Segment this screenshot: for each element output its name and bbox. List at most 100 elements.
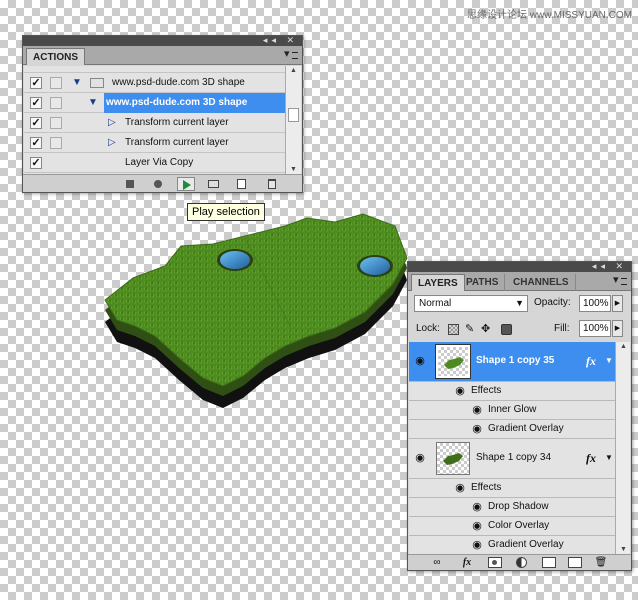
checkmark-icon[interactable]: ✓	[30, 77, 42, 89]
effect-name: Drop Shadow	[488, 501, 549, 512]
fx-icon[interactable]: fx	[586, 354, 596, 369]
checkmark-icon[interactable]: ✓	[30, 117, 42, 129]
action-set-row[interactable]: ✓ ▼ www.psd-dude.com 3D shape	[24, 73, 287, 93]
dialog-toggle-icon[interactable]	[50, 97, 62, 109]
action-step-row[interactable]: ✓ ▷ Transform current layer	[24, 113, 287, 133]
collapse-icon[interactable]: ◂◂ ✕	[592, 261, 627, 272]
layers-scrollbar[interactable]: ▲ ▼	[615, 342, 630, 554]
scroll-up-icon[interactable]: ▲	[290, 67, 297, 74]
new-action-button[interactable]	[233, 177, 251, 191]
chevron-down-icon[interactable]: ▼	[72, 77, 82, 88]
scroll-down-icon[interactable]: ▼	[620, 546, 627, 553]
stop-button[interactable]	[121, 177, 139, 191]
actions-tabbar: ACTIONS	[23, 46, 302, 65]
folder-icon[interactable]	[542, 557, 556, 568]
action-step-row[interactable]: ✓ Layer Via Copy	[24, 153, 287, 173]
new-set-button[interactable]	[205, 177, 223, 191]
opacity-field[interactable]: 100%	[579, 295, 611, 312]
collapse-icon[interactable]: ◂◂ ✕	[263, 35, 298, 46]
link-layers-icon[interactable]: ∞	[430, 557, 444, 568]
scroll-up-icon[interactable]: ▲	[620, 343, 627, 350]
panel-menu-icon[interactable]	[613, 273, 627, 287]
action-step-row[interactable]: ✓ ▷ Transform current layer	[24, 133, 287, 153]
play-selection-button[interactable]	[177, 177, 195, 191]
adjustment-layer-icon[interactable]	[516, 557, 527, 568]
add-style-icon[interactable]: fx	[460, 557, 474, 568]
chevron-down-icon[interactable]: ▼	[605, 356, 613, 365]
blend-mode-value: Normal	[419, 298, 452, 309]
effect-row[interactable]: ◉ Inner Glow	[409, 401, 615, 420]
fx-icon[interactable]: fx	[586, 451, 596, 466]
panel-menu-icon[interactable]	[284, 47, 298, 61]
effect-name: Color Overlay	[488, 520, 550, 531]
move-lock-icon[interactable]: ✥	[481, 324, 492, 335]
effect-name: Gradient Overlay	[488, 539, 564, 550]
trash-icon[interactable]: 🗑	[594, 557, 608, 568]
effect-row[interactable]: ◉ Color Overlay	[409, 517, 615, 536]
lock-all-icon[interactable]	[501, 324, 512, 335]
dialog-toggle-icon[interactable]	[50, 77, 62, 89]
effect-row[interactable]: ◉ Gradient Overlay	[409, 536, 615, 554]
panel-titlebar[interactable]: ◂◂ ✕	[408, 261, 631, 272]
effects-row[interactable]: ◉ Effects	[409, 382, 615, 401]
chevron-right-icon[interactable]: ▷	[108, 137, 116, 148]
brush-lock-icon[interactable]: ✎	[465, 324, 476, 335]
checkmark-icon[interactable]: ✓	[30, 97, 42, 109]
layer-name: Shape 1 copy 35	[476, 355, 555, 366]
layer-row[interactable]: ◉ Shape 1 copy 34 fx ▼	[409, 439, 615, 479]
delete-button[interactable]	[263, 177, 281, 191]
record-button[interactable]	[149, 177, 167, 191]
eye-icon[interactable]: ◉	[470, 500, 484, 514]
opacity-arrow-icon[interactable]: ▶	[612, 295, 623, 312]
eye-icon[interactable]: ◉	[453, 384, 467, 398]
trash-icon	[268, 179, 276, 189]
effect-name: Gradient Overlay	[488, 423, 564, 434]
chevron-down-icon[interactable]: ▼	[88, 97, 98, 108]
tab-actions[interactable]: ACTIONS	[26, 48, 85, 65]
stop-icon	[126, 180, 134, 188]
add-mask-icon[interactable]	[488, 557, 502, 568]
folder-icon	[208, 180, 219, 188]
scroll-thumb[interactable]	[288, 108, 299, 122]
eye-icon[interactable]: ◉	[470, 519, 484, 533]
list-item	[24, 66, 287, 73]
effects-row[interactable]: ◉ Effects	[409, 479, 615, 498]
eye-icon[interactable]: ◉	[470, 538, 484, 552]
play-icon	[183, 180, 191, 190]
tab-channels[interactable]: CHANNELS	[507, 274, 576, 291]
layer-list: ◉ Shape 1 copy 35 fx ▼ ◉ Effects ◉ Inner…	[409, 342, 615, 554]
panel-titlebar[interactable]: ◂◂ ✕	[23, 35, 302, 46]
chevron-down-icon[interactable]: ▼	[605, 453, 613, 462]
eye-icon[interactable]: ◉	[453, 481, 467, 495]
chevron-down-icon: ▼	[515, 298, 524, 308]
fill-arrow-icon[interactable]: ▶	[612, 320, 623, 337]
layer-name: Shape 1 copy 34	[476, 452, 552, 463]
checkmark-icon[interactable]: ✓	[30, 157, 42, 169]
action-row-selected[interactable]: ✓ ▼ www.psd-dude.com 3D shape	[24, 93, 287, 113]
eye-icon[interactable]: ◉	[413, 354, 427, 368]
effect-row[interactable]: ◉ Drop Shadow	[409, 498, 615, 517]
dialog-toggle-icon[interactable]	[50, 117, 62, 129]
eye-icon[interactable]: ◉	[413, 451, 427, 465]
dialog-toggle-icon[interactable]	[50, 137, 62, 149]
eye-icon[interactable]: ◉	[470, 403, 484, 417]
actions-scrollbar[interactable]: ▲ ▼	[285, 66, 301, 174]
lock-transparency-icon[interactable]	[448, 324, 459, 335]
blend-mode-select[interactable]: Normal ▼	[414, 295, 528, 312]
tab-paths[interactable]: PATHS	[460, 274, 506, 291]
layer-row-selected[interactable]: ◉ Shape 1 copy 35 fx ▼	[409, 342, 615, 382]
eye-icon[interactable]: ◉	[470, 422, 484, 436]
new-action-icon	[237, 179, 246, 189]
new-layer-icon[interactable]	[568, 557, 582, 568]
effect-name: Inner Glow	[488, 404, 537, 415]
scroll-down-icon[interactable]: ▼	[290, 166, 297, 173]
fill-field[interactable]: 100%	[579, 320, 611, 337]
layer-thumbnail	[435, 344, 471, 379]
layers-panel: ◂◂ ✕ LAYERS PATHS CHANNELS Normal ▼ Opac…	[407, 261, 632, 571]
step-label: Layer Via Copy	[125, 157, 194, 168]
checkmark-icon[interactable]: ✓	[30, 137, 42, 149]
layers-tabbar: LAYERS PATHS CHANNELS	[408, 272, 631, 291]
effect-row[interactable]: ◉ Gradient Overlay	[409, 420, 615, 439]
tab-layers[interactable]: LAYERS	[411, 274, 465, 291]
chevron-right-icon[interactable]: ▷	[108, 117, 116, 128]
